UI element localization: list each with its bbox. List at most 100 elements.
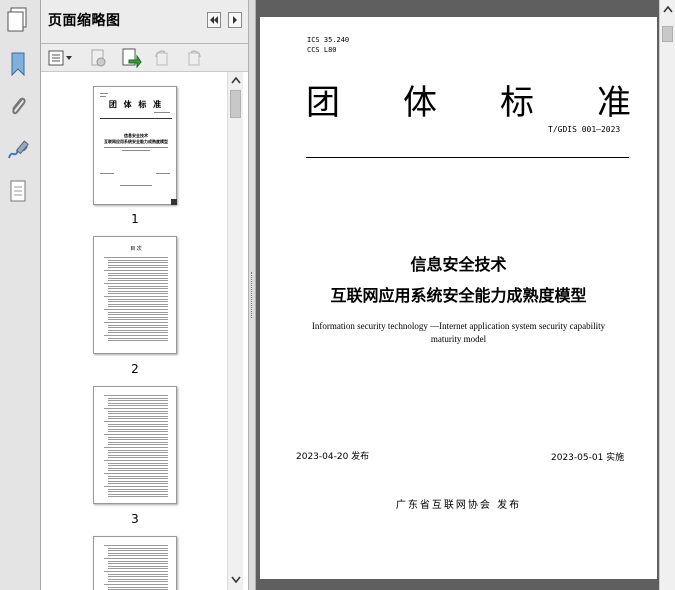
attachments-icon[interactable] [4, 92, 32, 120]
toc-line [104, 408, 168, 409]
toc-line [108, 311, 168, 313]
signatures-icon[interactable] [4, 136, 32, 164]
toc-line [108, 496, 168, 498]
panel-splitter[interactable] [248, 0, 256, 590]
toc-line [108, 576, 168, 578]
toc-line [108, 462, 168, 464]
rotate-right-icon[interactable] [183, 48, 205, 68]
toc-line [104, 335, 168, 336]
page-thumbnail-2[interactable]: 目 次 [93, 236, 177, 354]
toc-line [108, 550, 168, 552]
options-menu-icon[interactable] [47, 48, 75, 68]
toc-line [108, 402, 168, 404]
bookmarks-icon[interactable] [4, 50, 32, 78]
toc-line [108, 285, 168, 287]
toc-line [108, 319, 168, 321]
document-scrollbar[interactable] [659, 0, 675, 590]
toc-line [108, 573, 168, 575]
toc-line [108, 449, 168, 451]
toc-line [108, 426, 168, 428]
standard-number: T/GDIS 001—2023 [548, 125, 621, 134]
toc-line [108, 465, 168, 467]
page-thumbnail-4[interactable] [93, 536, 177, 590]
thumbnail-scrollbar[interactable] [227, 72, 243, 590]
toc-line [108, 555, 168, 557]
page-thumbnails-icon[interactable] [4, 6, 32, 34]
toc-line [108, 272, 168, 274]
collapse-left-icon[interactable] [207, 12, 221, 28]
scroll-down-icon[interactable] [231, 576, 241, 584]
toc-line [104, 283, 168, 284]
ics-code: ICS 35.240 [307, 36, 350, 44]
toc-line [108, 423, 168, 425]
toc-line [108, 565, 168, 567]
document-view: ICS 35.240 CCS L80 团体标准 T/GDIS 001—2023 … [256, 0, 659, 590]
toc-line [108, 493, 168, 495]
toc-line [108, 316, 168, 318]
toc-line [108, 552, 168, 554]
toc-line [104, 571, 168, 572]
toc-line [108, 547, 168, 549]
toc-line [108, 586, 168, 588]
title-en-line1: Information security technology —Interne… [311, 321, 606, 331]
toc-line [108, 324, 168, 326]
thumb1-title2: 互联网应用系统安全能力成熟度模型 [104, 139, 168, 144]
toc-line [108, 436, 168, 438]
toc-line [104, 270, 168, 271]
toc-line [108, 581, 168, 583]
thumb1-heading: 团 体 标 准 [108, 100, 164, 109]
toc-line [104, 584, 168, 585]
toc-line [108, 405, 168, 407]
toc-line [104, 257, 168, 258]
toc-line [108, 329, 168, 331]
thumbnails-panel: 页面缩略图 团 体 标 准 信息安全技术 互联网应用系统安全能力成熟度模型 1 … [41, 0, 248, 590]
toc-line [108, 467, 168, 469]
toc-line [108, 439, 168, 441]
scroll-up-icon[interactable] [231, 76, 241, 84]
navigation-pane [0, 0, 41, 590]
toc-line [108, 454, 168, 456]
rotate-left-icon[interactable] [151, 48, 173, 68]
standard-char-3: 标 [500, 83, 534, 123]
panel-toolbar [41, 44, 248, 72]
insert-page-icon[interactable] [119, 48, 143, 68]
toc-line [108, 428, 168, 430]
thumbnail-label-1: 1 [131, 212, 139, 226]
thumbnail-scroll-thumb[interactable] [230, 90, 241, 118]
toc-line [108, 280, 168, 282]
standard-char-1: 团 [306, 83, 340, 123]
thumb1-title1: 信息安全技术 [124, 133, 148, 138]
toc-line [108, 259, 168, 261]
toc-line [108, 340, 168, 342]
layers-page-icon[interactable] [4, 178, 32, 206]
panel-title: 页面缩略图 [48, 13, 121, 29]
toc-line [104, 558, 168, 559]
thumbnail-label-2: 2 [131, 362, 139, 376]
toc-line [104, 486, 168, 487]
page-thumbnail-1[interactable]: 团 体 标 准 信息安全技术 互联网应用系统安全能力成熟度模型 [93, 86, 177, 205]
toc-line [108, 400, 168, 402]
toc-line [108, 262, 168, 264]
toc-line [104, 447, 168, 448]
delete-page-icon[interactable] [87, 48, 109, 68]
toc-line [108, 563, 168, 565]
publish-date: 2023-04-20 发布 [296, 452, 370, 462]
standard-char-4: 准 [597, 83, 631, 123]
expand-right-icon[interactable] [228, 12, 242, 28]
thumbnail-label-3: 3 [131, 512, 139, 526]
implement-date: 2023-05-01 实施 [551, 453, 625, 463]
doc-scroll-thumb[interactable] [662, 26, 673, 42]
toc-line [108, 418, 168, 420]
toc-line [108, 491, 168, 493]
doc-scroll-up-icon[interactable] [663, 5, 673, 13]
issuer: 广东省互联网协会 发布 [395, 500, 522, 511]
toc-line [104, 395, 168, 396]
toc-line [108, 560, 168, 562]
toc-line [108, 290, 168, 292]
toc-line [108, 275, 168, 277]
page-thumbnail-3[interactable] [93, 386, 177, 504]
toc-line [104, 460, 168, 461]
toc-line [108, 332, 168, 334]
toc-line [108, 483, 168, 485]
document-page: ICS 35.240 CCS L80 团体标准 T/GDIS 001—2023 … [260, 17, 657, 579]
